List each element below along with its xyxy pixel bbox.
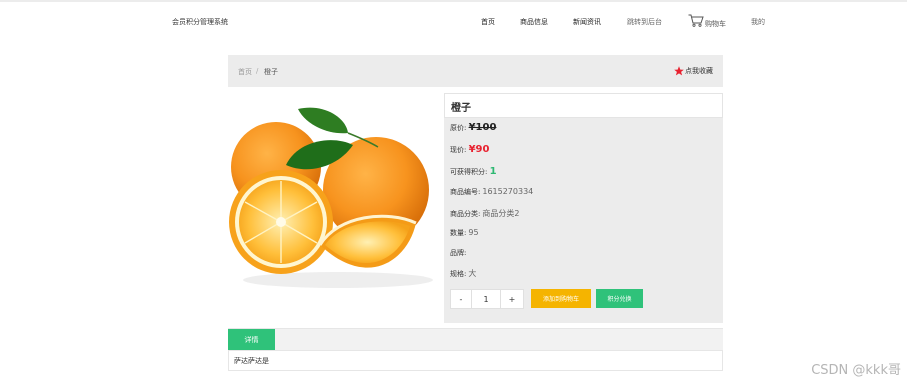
category-label: 商品分类:: [450, 210, 481, 218]
favorite-button[interactable]: 点我收藏: [674, 66, 713, 76]
tab-content: 萨达萨达是: [228, 350, 723, 371]
favorite-label: 点我收藏: [685, 67, 713, 75]
quantity-stepper: - 1 +: [450, 289, 524, 309]
code-value: 1615270334: [482, 187, 534, 196]
site-title: 会员积分管理系统: [172, 18, 228, 26]
code-label: 商品编号:: [450, 188, 481, 196]
breadcrumb-current: 橙子: [264, 68, 278, 76]
brand-row: 品牌:: [450, 248, 468, 258]
current-price: ¥90: [468, 144, 490, 155]
code-row: 商品编号: 1615270334: [450, 187, 533, 197]
product-image: [229, 107, 433, 288]
quantity-input[interactable]: 1: [472, 289, 500, 309]
category-row: 商品分类: 商品分类2: [450, 208, 519, 219]
nav-news[interactable]: 新闻资讯: [573, 17, 601, 27]
tab-details[interactable]: 详情: [228, 329, 275, 351]
breadcrumb: 首页 / 橙子 点我收藏: [228, 55, 723, 87]
current-price-label: 现价:: [450, 146, 467, 154]
quantity-label: 数量:: [450, 229, 467, 237]
points-exchange-button[interactable]: 积分兑换: [596, 289, 643, 308]
add-to-cart-button[interactable]: 添加到购物车: [531, 289, 591, 308]
nav-products[interactable]: 商品信息: [520, 17, 548, 27]
product-title-box: 橙子: [444, 93, 723, 118]
product-info-panel: 橙子 原价: ¥100 现价: ¥90 可获得积分: 1 商品编号: 161527…: [444, 93, 723, 323]
nav-me[interactable]: 我的: [751, 17, 765, 27]
decrease-button[interactable]: -: [450, 289, 472, 309]
breadcrumb-home[interactable]: 首页: [238, 67, 252, 77]
category-value: 商品分类2: [482, 209, 520, 218]
nav-home[interactable]: 首页: [481, 17, 495, 27]
product-title: 橙子: [451, 103, 471, 114]
nav-admin[interactable]: 跳转到后台: [627, 17, 662, 27]
spec-row: 规格: 大: [450, 268, 476, 279]
quantity-row: 数量: 95: [450, 228, 479, 238]
points-row: 可获得积分: 1: [450, 166, 497, 177]
cart-icon[interactable]: [688, 14, 704, 27]
cart-link[interactable]: 购物车: [705, 19, 726, 29]
top-border: [0, 0, 907, 2]
original-price-row: 原价: ¥100: [450, 122, 496, 133]
detail-text: 萨达萨达是: [234, 357, 269, 365]
spec-value: 大: [468, 269, 477, 278]
detail-tabs: 详情: [228, 328, 723, 351]
star-icon: [674, 66, 684, 76]
spec-label: 规格:: [450, 270, 467, 278]
watermark: CSDN @kkk哥: [811, 363, 901, 378]
original-price: ¥100: [468, 122, 497, 133]
increase-button[interactable]: +: [500, 289, 524, 309]
points-label: 可获得积分:: [450, 168, 488, 176]
current-price-row: 现价: ¥90: [450, 144, 489, 155]
original-price-label: 原价:: [450, 124, 467, 132]
breadcrumb-separator: /: [256, 67, 259, 75]
quantity-value: 95: [468, 228, 479, 237]
points-value: 1: [489, 166, 497, 177]
brand-label: 品牌:: [450, 249, 467, 257]
